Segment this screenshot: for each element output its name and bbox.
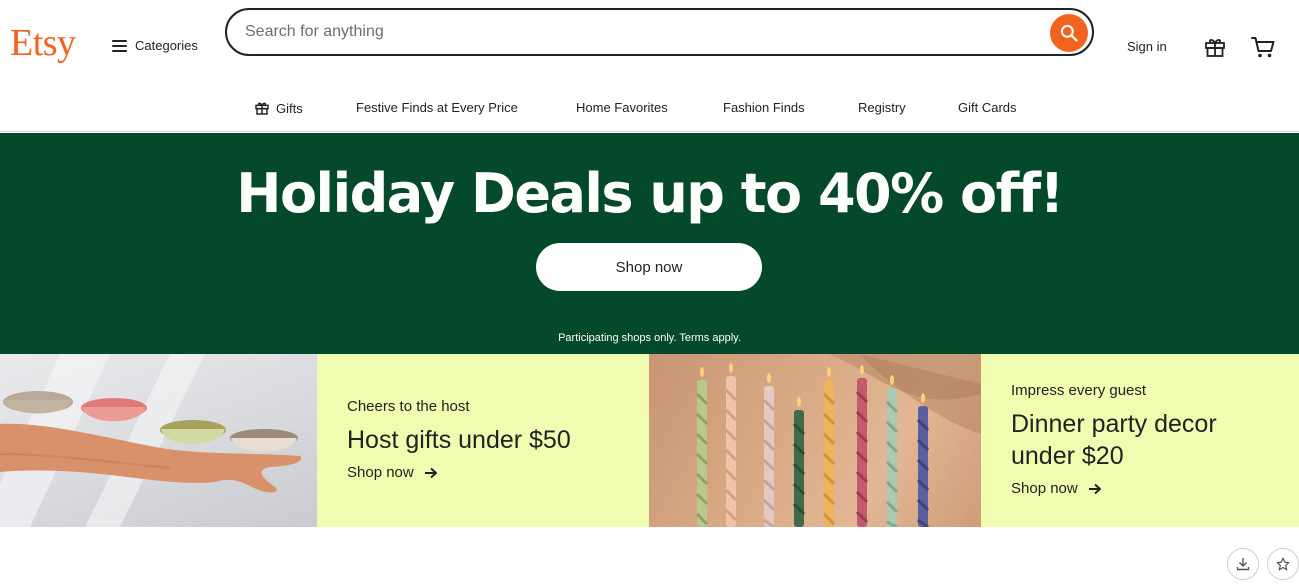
hero-title: Holiday Deals up to 40% off! — [236, 162, 1064, 225]
twisted-candles-illustration — [695, 354, 981, 527]
hero-fine-print: Participating shops only. Terms apply. — [558, 332, 741, 344]
promo-kicker: Cheers to the host — [347, 398, 470, 415]
download-button[interactable] — [1227, 548, 1259, 580]
nav-item-label: Gifts — [276, 100, 303, 116]
sign-in-link[interactable]: Sign in — [1127, 39, 1167, 54]
promo-headline-line: Dinner party decor — [1011, 410, 1217, 438]
host-gifts-card[interactable]: Cheers to the host Host gifts under $50 … — [317, 354, 649, 527]
search-button[interactable] — [1050, 14, 1088, 52]
hero-shop-now-button[interactable]: Shop now — [536, 243, 762, 291]
category-nav: Gifts Festive Finds at Every Price Home … — [0, 90, 1299, 132]
star-icon — [1276, 557, 1290, 571]
nav-item-fashion-finds[interactable]: Fashion Finds — [723, 100, 805, 115]
shop-now-label: Shop now — [1011, 480, 1078, 497]
gift-icon — [255, 102, 269, 115]
gift-button[interactable] — [1203, 35, 1227, 59]
hamburger-icon — [112, 39, 127, 52]
promo-headline: Host gifts under $50 — [347, 424, 571, 456]
download-icon — [1236, 558, 1250, 571]
categories-button[interactable]: Categories — [112, 38, 198, 53]
hero-banner: Holiday Deals up to 40% off! Shop now Pa… — [0, 133, 1299, 354]
promo-kicker: Impress every guest — [1011, 382, 1147, 399]
promo-headline-line: Host gifts under $50 — [347, 426, 571, 454]
categories-label: Categories — [135, 38, 198, 53]
favorite-button[interactable] — [1267, 548, 1299, 580]
cart-button[interactable] — [1250, 35, 1276, 59]
host-gifts-image[interactable] — [0, 354, 317, 527]
site-header: Etsy Categories Sign in — [0, 0, 1299, 90]
arrow-right-icon — [424, 467, 437, 478]
dinner-decor-card[interactable]: Impress every guest Dinner party decor u… — [981, 354, 1299, 527]
search-input[interactable] — [245, 10, 1025, 54]
candles — [695, 363, 930, 527]
nav-item-festive-finds[interactable]: Festive Finds at Every Price — [356, 100, 518, 115]
search-icon — [1060, 24, 1078, 42]
hand-with-bowls-illustration — [0, 354, 302, 527]
search-bar — [225, 8, 1094, 56]
gift-icon — [1205, 39, 1225, 57]
etsy-logo[interactable]: Etsy — [10, 24, 76, 62]
promo-headline-line: under $20 — [1011, 442, 1124, 470]
promo-shop-now-link[interactable]: Shop now — [1011, 480, 1102, 497]
shop-now-label: Shop now — [347, 464, 414, 481]
nav-item-registry[interactable]: Registry — [858, 100, 906, 115]
nav-item-gift-cards[interactable]: Gift Cards — [958, 100, 1017, 115]
nav-item-home-favorites[interactable]: Home Favorites — [576, 100, 668, 115]
arrow-right-icon — [1088, 483, 1101, 494]
promo-row: Cheers to the host Host gifts under $50 … — [0, 354, 1299, 527]
promo-headline: Dinner party decor under $20 — [1011, 408, 1217, 472]
dinner-decor-image[interactable] — [649, 354, 981, 527]
promo-shop-now-link[interactable]: Shop now — [347, 464, 438, 481]
cart-icon — [1251, 37, 1275, 58]
nav-item-gifts[interactable]: Gifts — [254, 100, 303, 116]
